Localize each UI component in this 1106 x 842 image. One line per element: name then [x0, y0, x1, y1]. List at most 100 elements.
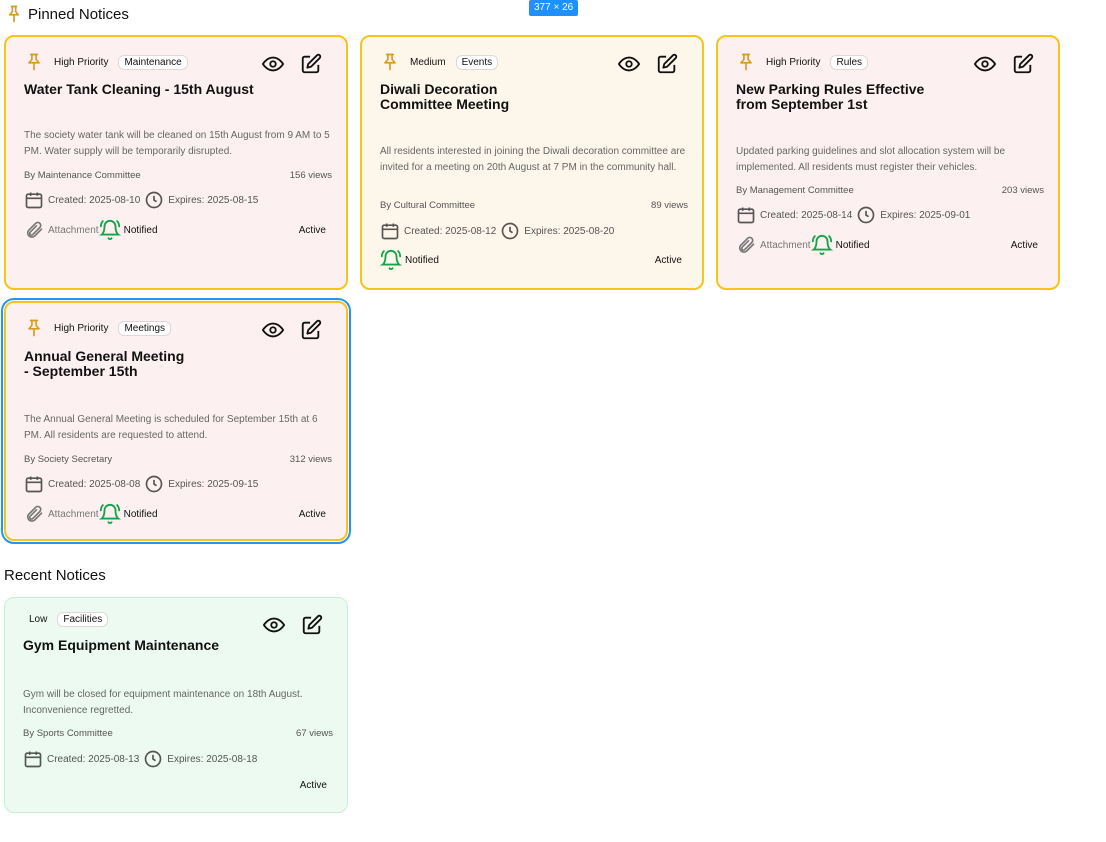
category-badge: Facilities [57, 612, 109, 627]
eye-icon[interactable] [262, 319, 284, 341]
calendar-icon [24, 751, 42, 768]
notice-views: 156 views [289, 170, 332, 181]
notice-views: 67 views [296, 728, 333, 739]
pinned-title-text: Pinned Notices [28, 5, 129, 23]
calendar-icon [25, 476, 43, 493]
notice-title: New Parking Rules Effective from Septemb… [736, 82, 924, 112]
calendar-icon [381, 223, 399, 240]
notice-card-agm[interactable]: High Priority Meetings Annual General Me… [1, 298, 351, 544]
pin-icon [9, 5, 19, 23]
paperclip-icon [26, 505, 43, 522]
attachment-label: Attachment [48, 224, 99, 236]
category-badge: Meetings [118, 320, 172, 336]
category-badge: Rules [830, 54, 869, 70]
notice-author: By Cultural Committee [380, 200, 476, 211]
attachment-link[interactable]: Attachment [736, 235, 811, 255]
notice-title: Water Tank Cleaning - 15th August [24, 81, 254, 97]
notice-title: Diwali Decoration Committee Meeting [380, 82, 509, 112]
notice-title-line2: Committee Meeting [380, 96, 510, 112]
edit-icon[interactable] [301, 614, 323, 636]
created-date: Created: 2025-08-10 [48, 194, 141, 206]
edit-icon[interactable] [300, 319, 322, 341]
notice-title: Annual General Meeting - September 15th [24, 349, 184, 379]
bell-icon [810, 235, 833, 256]
clock-icon [857, 206, 875, 224]
paperclip-icon [26, 221, 43, 238]
eye-icon[interactable] [974, 53, 996, 75]
bell-icon [98, 220, 121, 241]
expires-date: Expires: 2025-08-15 [168, 194, 259, 206]
expires-date: Expires: 2025-09-15 [168, 478, 259, 490]
category-badge: Maintenance [118, 54, 188, 70]
notice-views: 312 views [289, 454, 332, 465]
bell-icon [98, 504, 121, 525]
eye-icon[interactable] [262, 53, 284, 75]
priority-label: Medium [410, 56, 446, 68]
notice-card-water-tank[interactable]: High Priority Maintenance Water Tank Cle… [4, 35, 348, 290]
edit-icon[interactable] [656, 53, 678, 75]
paperclip-icon [738, 236, 755, 253]
notice-description: The Annual General Meeting is scheduled … [24, 414, 318, 441]
created-date: Created: 2025-08-14 [760, 209, 853, 221]
status-badge: Active [1010, 239, 1038, 251]
notice-description: Gym will be closed for equipment mainten… [23, 689, 303, 716]
eye-icon[interactable] [263, 614, 285, 636]
expires-date: Expires: 2025-08-20 [524, 225, 615, 237]
notice-title-line2: from September 1st [736, 96, 868, 112]
attachment-label: Attachment [760, 239, 811, 251]
status-badge: Active [298, 224, 326, 236]
edit-icon[interactable] [300, 53, 322, 75]
pin-icon[interactable] [380, 51, 400, 73]
priority-label: High Priority [54, 322, 109, 334]
edit-icon[interactable] [1012, 53, 1034, 75]
notice-card-gym[interactable]: Low Facilities Gym Equipment Maintenance… [4, 597, 348, 813]
category-badge: Events [455, 54, 499, 70]
expires-date: Expires: 2025-08-18 [167, 753, 258, 765]
recent-section-title: Recent Notices [4, 567, 106, 584]
status-badge: Active [654, 254, 682, 266]
recent-title-text: Recent Notices [4, 567, 106, 584]
expires-date: Expires: 2025-09-01 [880, 209, 971, 221]
created-date: Created: 2025-08-13 [47, 753, 140, 765]
notice-author: By Society Secretary [24, 454, 113, 465]
pin-icon[interactable] [736, 51, 756, 73]
status-badge: Active [298, 508, 326, 520]
bell-icon [380, 250, 402, 271]
notice-description: Updated parking guidelines and slot allo… [736, 146, 1006, 173]
priority-label: High Priority [766, 56, 821, 68]
notice-title-line2: - September 15th [24, 363, 138, 379]
notice-author: By Management Committee [736, 185, 854, 196]
priority-label: Low [29, 614, 48, 625]
notice-card-parking[interactable]: High Priority Rules New Parking Rules Ef… [716, 35, 1060, 290]
dimension-badge: 377 × 26 [529, 0, 579, 16]
notified-label: Notified [123, 508, 158, 520]
notice-description: All residents interested in joining the … [380, 146, 686, 173]
notice-description: The society water tank will be cleaned o… [24, 130, 330, 157]
notified-label: Notified [405, 254, 439, 266]
created-date: Created: 2025-08-08 [48, 478, 141, 490]
clock-icon [145, 475, 163, 493]
notice-views: 203 views [1001, 185, 1044, 196]
status-badge: Active [299, 780, 327, 791]
attachment-link[interactable]: Attachment [24, 220, 99, 240]
notice-title: Gym Equipment Maintenance [23, 637, 220, 653]
notified-label: Notified [835, 239, 870, 251]
calendar-icon [737, 207, 755, 224]
attachment-label: Attachment [48, 508, 99, 520]
clock-icon [501, 222, 519, 240]
notice-card-diwali[interactable]: Medium Events Diwali Decoration Committe… [360, 35, 704, 290]
notice-title-line1: Diwali Decoration [380, 81, 498, 97]
notice-title-line1: New Parking Rules Effective [736, 81, 925, 97]
created-date: Created: 2025-08-12 [404, 225, 497, 237]
clock-icon [145, 191, 163, 209]
pin-icon[interactable] [24, 317, 44, 339]
pin-icon[interactable] [24, 51, 44, 73]
notice-author: By Maintenance Committee [24, 170, 141, 181]
calendar-icon [25, 192, 43, 209]
notice-title-line1: Annual General Meeting [24, 348, 185, 364]
priority-label: High Priority [54, 56, 109, 68]
clock-icon [144, 750, 162, 768]
notified-label: Notified [123, 224, 158, 236]
attachment-link[interactable]: Attachment [24, 504, 99, 524]
eye-icon[interactable] [618, 53, 640, 75]
